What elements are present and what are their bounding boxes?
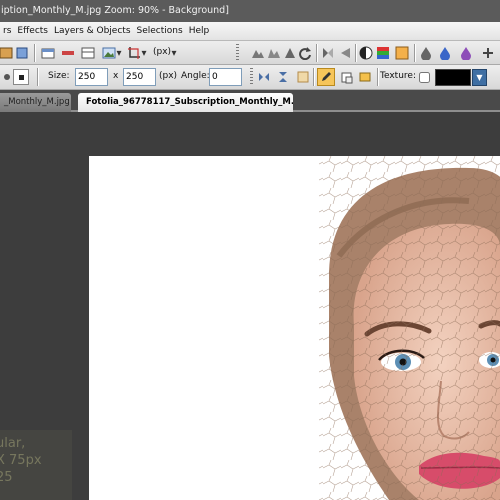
tab-document-1[interactable]: _Monthly_M.jpg — [0, 93, 71, 112]
canvas-size-icon[interactable] — [80, 45, 96, 61]
portrait-image — [319, 156, 500, 500]
tab-document-2[interactable]: Fotolia_96778117_Subscription_Monthly_M.… — [78, 93, 293, 112]
toolbar-separator — [414, 44, 415, 62]
main-toolbar: ▾ ▾ (px) ▾ — [0, 41, 500, 65]
units-label[interactable]: (px) — [153, 47, 171, 57]
chevron-down-icon[interactable]: ▾ — [140, 45, 148, 61]
toolbar-separator — [377, 68, 378, 86]
menu-layers-objects[interactable]: Layers & Objects — [51, 26, 134, 36]
menu-help[interactable]: Help — [186, 26, 213, 36]
window-title: iption_Monthly_M.jpg Zoom: 90% - Backgro… — [1, 5, 229, 16]
size-unit-label: (px) — [159, 71, 178, 81]
hue-icon[interactable] — [394, 45, 410, 61]
flip-vertical-icon[interactable] — [337, 45, 353, 61]
sharpen-icon[interactable] — [282, 45, 298, 61]
brush-icon[interactable] — [0, 69, 12, 85]
toolbar-separator — [316, 44, 317, 62]
height-input[interactable] — [123, 68, 156, 86]
menu-effects[interactable]: Effects — [14, 26, 51, 36]
flip-v-icon[interactable] — [275, 69, 291, 85]
cut-icon[interactable] — [60, 45, 76, 61]
brush-shape-button[interactable] — [13, 69, 29, 85]
info-line-2: X 75px — [0, 453, 42, 468]
flip-h-icon[interactable] — [256, 69, 272, 85]
layer-icon[interactable] — [14, 45, 30, 61]
info-line-3: 25 — [0, 470, 13, 485]
texture-checkbox[interactable] — [419, 72, 430, 83]
menu-filters[interactable]: rs — [0, 26, 14, 36]
color-drop-icon[interactable] — [437, 45, 453, 61]
info-overlay: ular, X 75px 25 — [0, 430, 72, 500]
opacity-icon[interactable] — [295, 69, 311, 85]
angle-label: Angle: — [181, 71, 210, 81]
plus-icon[interactable] — [480, 45, 496, 61]
image-canvas[interactable] — [89, 156, 500, 500]
toolbar-grip[interactable] — [250, 68, 253, 86]
chevron-down-icon[interactable]: ▾ — [170, 45, 178, 61]
fill-icon[interactable] — [458, 45, 474, 61]
size-label: Size: — [48, 71, 70, 81]
angle-input[interactable] — [209, 68, 242, 86]
chevron-down-icon[interactable]: ▾ — [115, 45, 123, 61]
chevron-down-icon[interactable]: ▼ — [472, 69, 487, 86]
contrast-icon[interactable] — [358, 45, 374, 61]
document-tabs: _Monthly_M.jpg Fotolia_96778117_Subscrip… — [0, 90, 500, 112]
frame-icon[interactable] — [0, 45, 14, 61]
menu-selections[interactable]: Selections — [134, 26, 186, 36]
menu-bar: rs Effects Layers & Objects Selections H… — [0, 22, 500, 41]
toolbar-separator — [313, 68, 314, 86]
window-title-bar: iption_Monthly_M.jpg Zoom: 90% - Backgro… — [0, 0, 500, 22]
workspace: ular, X 75px 25 — [0, 112, 500, 500]
edit-brush-button[interactable] — [317, 68, 335, 86]
drop-icon[interactable] — [418, 45, 434, 61]
toolbar-separator — [34, 44, 35, 62]
curves-icon[interactable] — [266, 45, 282, 61]
tab-label: Fotolia_96778117_Subscription_Monthly_M.… — [86, 97, 293, 107]
color-balance-icon[interactable] — [375, 45, 391, 61]
toolbar-separator — [355, 44, 356, 62]
toolbar-grip[interactable] — [236, 44, 239, 62]
toolbar-separator — [37, 68, 38, 86]
tab-label: _Monthly_M.jpg — [4, 97, 70, 107]
rotate-icon[interactable] — [297, 45, 313, 61]
paste-icon[interactable] — [339, 69, 355, 85]
resize-icon[interactable] — [40, 45, 56, 61]
texture-label: Texture: — [380, 71, 416, 81]
times-label: x — [113, 71, 119, 81]
width-input[interactable] — [75, 68, 108, 86]
levels-icon[interactable] — [250, 45, 266, 61]
texture-swatch[interactable] — [435, 69, 471, 86]
stamp-icon[interactable] — [357, 69, 373, 85]
options-toolbar: Size: x (px) Angle: Texture: ▼ — [0, 65, 500, 90]
info-line-1: ular, — [0, 436, 26, 451]
flip-horizontal-icon[interactable] — [320, 45, 336, 61]
